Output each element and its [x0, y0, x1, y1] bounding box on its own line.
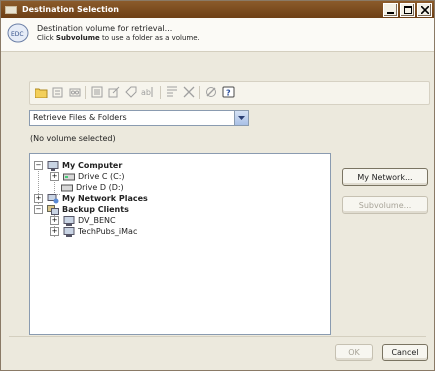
drive-icon: [61, 183, 73, 193]
footer-divider: [9, 336, 426, 337]
drive-icon: [63, 172, 75, 182]
tree-label: Drive C (C:): [78, 172, 125, 181]
filter-icon[interactable]: [165, 85, 179, 99]
new-folder-icon[interactable]: [34, 85, 48, 99]
svg-text:?: ?: [226, 88, 231, 97]
tree-label: Backup Clients: [62, 205, 129, 214]
title-bar[interactable]: Destination Selection: [1, 1, 434, 18]
computer-icon: [47, 160, 59, 171]
maximize-button[interactable]: [400, 3, 415, 17]
rename-icon[interactable]: ab: [141, 85, 155, 99]
svg-text:EDC: EDC: [11, 31, 24, 38]
my-network-button[interactable]: My Network...: [342, 168, 428, 186]
properties-icon[interactable]: [90, 85, 104, 99]
header-hint: Click Subvolume to use a folder as a vol…: [37, 34, 200, 42]
close-button[interactable]: [417, 3, 432, 17]
tape-icon[interactable]: [68, 85, 82, 99]
dialog-header: EDC Destination volume for retrieval... …: [1, 18, 434, 52]
tree-node-client-dv-benc[interactable]: + DV_BENC: [50, 215, 116, 226]
minimize-icon: [387, 11, 394, 14]
ok-button[interactable]: OK: [335, 344, 373, 361]
remove-icon[interactable]: [182, 85, 196, 99]
window-icon: [5, 5, 17, 14]
delete-icon[interactable]: [51, 85, 65, 99]
retrieve-mode-select[interactable]: Retrieve Files & Folders: [29, 110, 249, 126]
tree-node-backup-clients[interactable]: − Backup Clients: [34, 204, 129, 215]
window-controls: [383, 3, 432, 17]
expand-icon[interactable]: +: [50, 227, 59, 236]
chevron-down-icon[interactable]: [234, 111, 248, 125]
help-icon[interactable]: ?: [221, 85, 235, 99]
subvolume-button[interactable]: Subvolume...: [342, 196, 428, 214]
svg-text:ab: ab: [141, 88, 151, 97]
close-icon: [420, 6, 429, 14]
maximize-icon: [403, 6, 412, 14]
collapse-icon[interactable]: −: [34, 161, 43, 170]
backup-clients-icon: [47, 204, 59, 215]
volume-tree[interactable]: − My Computer + Drive C (C:) Drive D (D:…: [29, 153, 331, 335]
expand-icon[interactable]: +: [34, 194, 43, 203]
toolbar-separator: [85, 86, 86, 99]
tree-node-drive-c[interactable]: + Drive C (C:): [50, 171, 125, 182]
header-instruction: Destination volume for retrieval...: [37, 24, 173, 33]
tree-label: Drive D (D:): [76, 183, 124, 192]
network-icon: [47, 193, 59, 204]
tree-label: My Network Places: [62, 194, 148, 203]
edit-icon[interactable]: [107, 85, 121, 99]
collapse-icon[interactable]: −: [34, 205, 43, 214]
tree-node-drive-d[interactable]: Drive D (D:): [61, 182, 124, 193]
selected-volume-status: (No volume selected): [30, 134, 116, 143]
tree-node-client-techpubs-imac[interactable]: + TechPubs_iMac: [50, 226, 137, 237]
toolbar-separator: [160, 86, 161, 99]
client-computer-icon: [63, 226, 75, 237]
minimize-button[interactable]: [383, 3, 398, 17]
tree-label: My Computer: [62, 161, 123, 170]
retrieve-mode-value: Retrieve Files & Folders: [33, 113, 127, 122]
tag-icon[interactable]: [124, 85, 138, 99]
tree-label: TechPubs_iMac: [78, 227, 138, 236]
destination-volume-icon: EDC: [7, 23, 29, 43]
dialog-window: Destination Selection EDC Destination vo…: [0, 0, 435, 371]
client-computer-icon: [63, 215, 75, 226]
expand-icon[interactable]: +: [50, 216, 59, 225]
expand-icon[interactable]: +: [50, 172, 59, 181]
toolbar-separator: [199, 86, 200, 99]
tree-label: DV_BENC: [78, 216, 116, 225]
window-title: Destination Selection: [22, 5, 119, 14]
tree-node-network-places[interactable]: + My Network Places: [34, 193, 148, 204]
toolbar: ab ?: [29, 81, 430, 105]
tree-node-my-computer[interactable]: − My Computer: [34, 160, 122, 171]
refresh-icon[interactable]: [204, 85, 218, 99]
cancel-button[interactable]: Cancel: [382, 344, 428, 361]
